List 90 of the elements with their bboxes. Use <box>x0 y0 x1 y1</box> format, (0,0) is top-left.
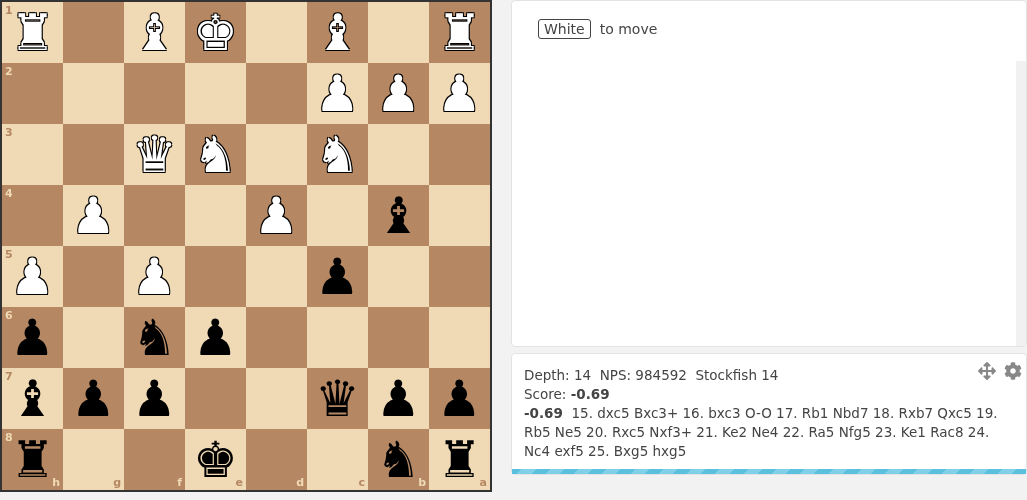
board-square[interactable]: ♟ <box>246 185 307 246</box>
board-square[interactable] <box>429 307 490 368</box>
board-square[interactable]: ♟ <box>429 368 490 429</box>
board-square[interactable] <box>185 246 246 307</box>
board-square[interactable]: c <box>307 429 368 490</box>
chess-piece[interactable]: ♞ <box>193 129 238 180</box>
board-square[interactable]: 3 <box>2 124 63 185</box>
side-badge: White <box>538 19 591 39</box>
board-square[interactable] <box>368 246 429 307</box>
rank-label: 8 <box>5 431 13 444</box>
board-square[interactable] <box>63 2 124 63</box>
board-square[interactable]: ♟ <box>368 63 429 124</box>
rank-label: 5 <box>5 248 13 261</box>
rank-label: 3 <box>5 126 13 139</box>
file-label: d <box>296 476 304 489</box>
file-label: c <box>358 476 365 489</box>
board-square[interactable]: ♟ <box>307 246 368 307</box>
board-square[interactable] <box>246 307 307 368</box>
board-square[interactable]: ♟ <box>63 368 124 429</box>
engine-score: Score: -0.69 <box>524 385 611 404</box>
board-square[interactable]: ♟ <box>368 368 429 429</box>
board-square[interactable] <box>185 63 246 124</box>
rank-label: 4 <box>5 187 13 200</box>
chess-piece[interactable]: ♟ <box>376 373 421 424</box>
board-square[interactable] <box>429 246 490 307</box>
chess-piece[interactable]: ♟ <box>376 68 421 119</box>
chess-piece[interactable]: ♝ <box>376 190 421 241</box>
board-square[interactable] <box>246 368 307 429</box>
board-square[interactable]: ♞ <box>124 307 185 368</box>
board-square[interactable]: ♟ <box>124 368 185 429</box>
board-square[interactable] <box>63 307 124 368</box>
board-square[interactable] <box>368 124 429 185</box>
chess-piece[interactable]: ♛ <box>315 373 360 424</box>
board-square[interactable] <box>63 124 124 185</box>
board-square[interactable] <box>368 307 429 368</box>
board-square[interactable]: ♝ <box>307 2 368 63</box>
board-square[interactable]: d <box>246 429 307 490</box>
turn-text: to move <box>599 20 658 37</box>
chess-piece[interactable]: ♝ <box>315 7 360 58</box>
board-square[interactable]: ♝ <box>368 185 429 246</box>
board-square[interactable]: 4 <box>2 185 63 246</box>
chess-piece[interactable]: ♞ <box>132 312 177 363</box>
engine-line: -0.69 15. dxc5 Bxc3+ 16. bxc3 O-O 17. Rb1 Nbd7 18. Rxb7 Qxc5 19. Rb5 Ne5 20. Rxc5 Nxf3+ 21. Ke2 Ne4 22. Ra5 Nfg5 23. Ke1 Rac8 24. Nc4 exf5 25. Bxg5 hxg5 <box>524 404 999 461</box>
rank-label: 6 <box>5 309 13 322</box>
chess-piece[interactable]: ♟ <box>132 373 177 424</box>
file-label: b <box>418 476 426 489</box>
scrollbar[interactable] <box>1016 61 1026 346</box>
board-square[interactable] <box>185 368 246 429</box>
chess-piece[interactable]: ♜ <box>437 7 482 58</box>
board-square[interactable] <box>246 2 307 63</box>
file-label: g <box>113 476 121 489</box>
file-label: f <box>177 476 182 489</box>
board-square[interactable] <box>124 63 185 124</box>
chess-piece[interactable]: ♟ <box>71 373 116 424</box>
chess-piece[interactable]: ♞ <box>315 129 360 180</box>
chess-piece[interactable]: ♟ <box>193 312 238 363</box>
rank-label: 1 <box>5 4 13 17</box>
board-square[interactable] <box>307 307 368 368</box>
rank-label: 7 <box>5 370 13 383</box>
board-square[interactable]: g <box>63 429 124 490</box>
board-square[interactable]: ♟ <box>185 307 246 368</box>
board-square[interactable] <box>429 124 490 185</box>
board-square[interactable]: ♛ <box>307 368 368 429</box>
file-label: a <box>479 476 487 489</box>
board-square[interactable] <box>124 185 185 246</box>
chess-piece[interactable]: ♟ <box>437 373 482 424</box>
board-square[interactable]: 2 <box>2 63 63 124</box>
board-square[interactable] <box>368 2 429 63</box>
board-square[interactable] <box>63 246 124 307</box>
board-square[interactable] <box>185 185 246 246</box>
chess-piece[interactable]: ♟ <box>315 251 360 302</box>
board-square[interactable] <box>307 185 368 246</box>
board-square[interactable]: f <box>124 429 185 490</box>
chess-piece[interactable]: ♟ <box>254 190 299 241</box>
board-square[interactable] <box>429 185 490 246</box>
board-square[interactable] <box>246 246 307 307</box>
board-square[interactable]: ♞ <box>307 124 368 185</box>
move-icon[interactable] <box>978 362 996 380</box>
engine-stats: Depth: 14 NPS: 984592 Stockfish 14 <box>524 366 780 385</box>
board-square[interactable]: ♜ <box>429 2 490 63</box>
board-square[interactable] <box>63 63 124 124</box>
file-label: h <box>52 476 60 489</box>
board-square[interactable] <box>246 63 307 124</box>
rank-label: 2 <box>5 65 13 78</box>
settings-icon[interactable] <box>1004 362 1022 380</box>
board-square[interactable] <box>246 124 307 185</box>
file-label: e <box>235 476 243 489</box>
chess-piece[interactable]: ♚ <box>193 7 238 58</box>
board-square[interactable]: ♞ <box>185 124 246 185</box>
board-square[interactable]: ♚ <box>185 2 246 63</box>
